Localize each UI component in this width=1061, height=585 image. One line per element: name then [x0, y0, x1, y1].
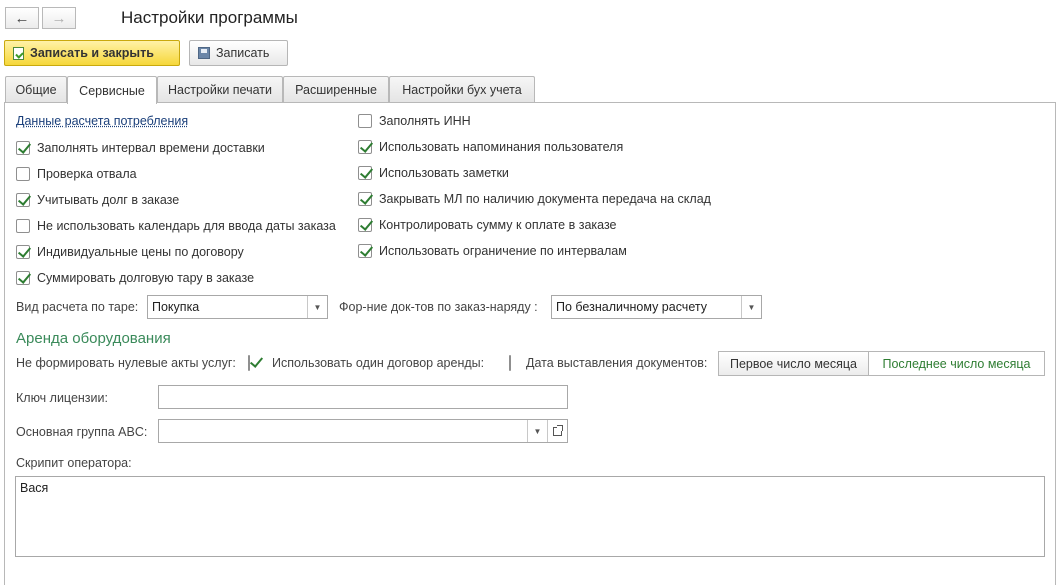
check-debt-in-order[interactable]: Учитывать долг в заказе — [16, 191, 179, 209]
checkbox-label: Использовать ограничение по интервалам — [379, 244, 627, 258]
save-label: Записать — [216, 46, 270, 60]
checkbox-label: Заполнять интервал времени доставки — [37, 141, 265, 155]
tab-label: Расширенные — [295, 83, 377, 97]
save-and-close-button[interactable]: Записать и закрыть — [4, 40, 180, 66]
tare-calc-value: Покупка — [152, 300, 200, 314]
checkbox-label: Не использовать календарь для ввода даты… — [37, 219, 336, 233]
doc-date-first-day[interactable]: Первое число месяца — [718, 351, 869, 376]
license-key-label: Ключ лицензии: — [16, 391, 108, 405]
no-zero-acts-label: Не формировать нулевые акты услуг: — [16, 356, 236, 370]
tab-accounting-settings[interactable]: Настройки бух учета — [389, 76, 535, 103]
check-individual-prices[interactable]: Индивидуальные цены по договору — [16, 243, 244, 261]
license-key-input[interactable] — [158, 385, 568, 409]
one-contract-label: Использовать один договор аренды: — [272, 356, 485, 370]
checkbox-label: Индивидуальные цены по договору — [37, 245, 244, 259]
script-label: Скрипит оператора: — [16, 456, 132, 470]
check-close-ml[interactable]: Закрывать МЛ по наличию документа переда… — [358, 190, 711, 208]
save-button[interactable]: Записать — [189, 40, 288, 66]
tab-label: Настройки печати — [168, 83, 272, 97]
checkbox[interactable] — [16, 167, 30, 181]
checkbox-label: Учитывать долг в заказе — [37, 193, 180, 207]
check-interval-limit[interactable]: Использовать ограничение по интервалам — [358, 242, 627, 260]
no-zero-acts-checkbox[interactable] — [248, 355, 250, 371]
open-icon[interactable] — [547, 420, 567, 442]
segment-label: Первое число месяца — [729, 356, 858, 371]
docs-select[interactable]: По безналичному расчету ▼ — [551, 295, 762, 319]
save-and-close-label: Записать и закрыть — [30, 46, 154, 60]
checkbox-label: Суммировать долговую тару в заказе — [37, 271, 255, 285]
abc-group-label: Основная группа ABC: — [16, 425, 148, 439]
one-contract-checkbox[interactable] — [509, 355, 511, 371]
arrow-right-icon: → — [51, 9, 67, 27]
tab-print-settings[interactable]: Настройки печати — [157, 76, 283, 103]
forward-button[interactable]: → — [42, 7, 76, 29]
check-use-notes[interactable]: Использовать заметки — [358, 164, 509, 182]
checkbox[interactable] — [16, 219, 30, 233]
chevron-down-icon[interactable]: ▼ — [741, 296, 761, 318]
checkbox-label: Проверка отвала — [37, 167, 137, 181]
abc-group-select[interactable]: ▼ — [158, 419, 568, 443]
script-value: Вася — [20, 481, 49, 495]
document-check-icon — [13, 46, 24, 60]
docs-value: По безналичному расчету — [556, 300, 707, 314]
checkbox[interactable] — [358, 140, 372, 154]
check-fill-inn[interactable]: Заполнять ИНН — [358, 112, 471, 130]
checkbox[interactable] — [358, 192, 372, 206]
segment-label: Последнее число месяца — [882, 356, 1031, 371]
rental-section-title: Аренда оборудования — [16, 330, 171, 347]
script-textarea[interactable]: Вася — [15, 476, 1045, 557]
arrow-left-icon: ← — [14, 9, 30, 27]
docs-label: Фор-ние док-тов по заказ-наряду : — [339, 300, 538, 314]
check-user-reminders[interactable]: Использовать напоминания пользователя — [358, 138, 623, 156]
checkbox-label: Использовать напоминания пользователя — [379, 140, 624, 154]
checkbox[interactable] — [358, 244, 372, 258]
check-delivery-interval[interactable]: Заполнять интервал времени доставки — [16, 139, 265, 157]
checkbox-label: Использовать заметки — [379, 166, 509, 180]
tare-calc-label: Вид расчета по таре: — [16, 300, 139, 314]
checkbox-label: Контролировать сумму к оплате в заказе — [379, 218, 617, 232]
tab-service[interactable]: Сервисные — [67, 76, 157, 104]
tab-label: Сервисные — [79, 83, 145, 98]
tab-advanced[interactable]: Расширенные — [283, 76, 389, 103]
checkbox[interactable] — [358, 114, 372, 128]
check-no-calendar[interactable]: Не использовать календарь для ввода даты… — [16, 217, 336, 235]
back-button[interactable]: ← — [5, 7, 39, 29]
tab-label: Настройки бух учета — [402, 83, 522, 97]
check-dump[interactable]: Проверка отвала — [16, 165, 137, 183]
chevron-down-icon[interactable]: ▼ — [307, 296, 327, 318]
tare-calc-select[interactable]: Покупка ▼ — [147, 295, 328, 319]
doc-date-last-day[interactable]: Последнее число месяца — [868, 351, 1045, 376]
tab-general[interactable]: Общие — [5, 76, 67, 103]
checkbox[interactable] — [16, 271, 30, 285]
checkbox[interactable] — [16, 141, 30, 155]
floppy-disk-icon — [198, 47, 210, 59]
check-sum-debt-tare[interactable]: Суммировать долговую тару в заказе — [16, 269, 254, 287]
check-control-payment-sum[interactable]: Контролировать сумму к оплате в заказе — [358, 216, 617, 234]
chevron-down-icon[interactable]: ▼ — [527, 420, 547, 442]
checkbox[interactable] — [358, 218, 372, 232]
checkbox[interactable] — [16, 193, 30, 207]
page-title: Настройки программы — [121, 8, 298, 27]
checkbox-label: Заполнять ИНН — [379, 114, 471, 128]
checkbox[interactable] — [358, 166, 372, 180]
checkbox-label: Закрывать МЛ по наличию документа переда… — [379, 192, 711, 206]
tab-label: Общие — [15, 83, 57, 97]
consumption-data-link[interactable]: Данные расчета потребления — [16, 114, 188, 128]
checkbox[interactable] — [16, 245, 30, 259]
doc-date-label: Дата выставления документов: — [526, 356, 708, 370]
